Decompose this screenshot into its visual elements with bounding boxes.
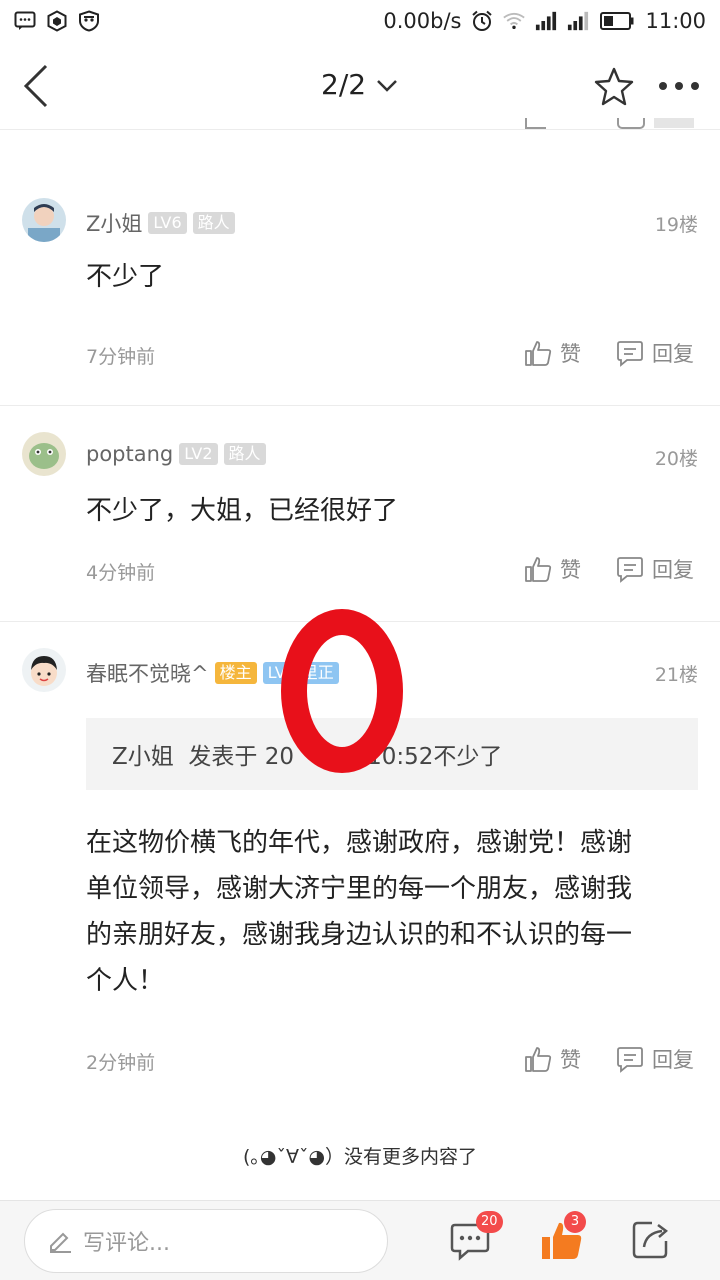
reply-label: 回复 [652,342,694,366]
battery-icon [599,10,635,32]
user-row: 春眠不觉晓^ 楼主 LV 里正 [86,658,339,688]
reply-icon [617,557,643,583]
user-row: poptang LV2 路人 [86,442,266,466]
username[interactable]: poptang [86,442,173,466]
username[interactable]: Z小姐 [86,208,142,238]
floor-number: 20楼 [654,448,698,470]
share-button[interactable] [630,1217,674,1261]
owner-badge: 楼主 [214,662,257,684]
comment-time: 2分钟前 [86,1052,156,1074]
title-badge: 里正 [296,662,339,684]
like-label: 赞 [560,1048,581,1072]
quote-text: Z小姐 发表于 20 31 10:52不少了 [112,744,503,770]
comments-button[interactable]: 20 [450,1211,503,1261]
nav-bar: 2/2 [0,42,720,130]
level-badge: LV6 [148,212,187,234]
signal-icon [535,10,557,32]
share-icon [632,1221,668,1259]
user-row: Z小姐 LV6 路人 [86,208,235,238]
like-post-button[interactable]: 3 [540,1211,586,1261]
floor-number: 19楼 [654,214,698,236]
reply-button[interactable]: 回复 [616,1044,694,1074]
title-badge: 路人 [223,443,266,465]
like-button[interactable]: 赞 [524,338,581,368]
title-badge: 路人 [192,212,235,234]
floor-number: 21楼 [654,664,698,686]
wifi-icon [503,10,526,32]
reply-icon [617,341,643,367]
comment-count-badge: 20 [476,1211,503,1233]
alarm-icon [471,10,493,32]
comment-content: 在这物价横飞的年代，感谢政府，感谢党！感谢单位领导，感谢大济宁里的每一个朋友，感… [86,828,633,996]
message-icon [14,10,36,32]
signal-icon [567,10,589,32]
star-icon [594,67,634,106]
page-indicator-label: 2/2 [321,67,367,101]
comment-input[interactable]: 写评论... [24,1209,388,1273]
chevron-down-icon [375,68,399,101]
username[interactable]: 春眠不觉晓^ [86,658,209,688]
reply-label: 回复 [652,1048,694,1072]
more-button[interactable] [656,66,702,106]
thumbs-up-icon [525,557,552,582]
clock: 11:00 [645,9,706,33]
status-bar: 0.00b/s 11:00 [0,0,720,42]
like-button[interactable]: 赞 [524,1044,581,1074]
thumbs-up-icon [525,341,552,366]
comment-time: 7分钟前 [86,346,156,368]
previous-comment-actions [520,118,700,132]
comment-content: 不少了，大姐，已经很好了 [86,496,399,526]
comment-item: 春眠不觉晓^ 楼主 LV 里正 21楼 Z小姐 发表于 20 31 10:52不… [0,622,720,1122]
avatar[interactable] [22,432,66,476]
like-count-badge: 3 [564,1211,586,1233]
comment-time: 4分钟前 [86,562,156,584]
thumbs-up-icon [525,1047,552,1072]
reply-label: 回复 [652,558,694,582]
avatar[interactable] [22,648,66,692]
level-badge: LV2 [179,443,218,465]
no-more-content-note: (｡◕ˇ∀ˇ◕）没有更多内容了 [242,1146,478,1168]
avatar[interactable] [22,198,66,242]
comment-content: 不少了 [86,262,165,292]
favorite-button[interactable] [594,66,634,106]
level-badge: LV [262,662,291,684]
hexagon-icon [46,10,68,32]
like-button[interactable]: 赞 [524,554,581,584]
reply-icon [617,1047,643,1073]
pencil-icon [50,1232,71,1253]
network-speed: 0.00b/s [383,9,462,33]
bottom-bar: 写评论... 20 3 [0,1200,720,1280]
reply-button[interactable]: 回复 [616,554,694,584]
like-label: 赞 [560,558,581,582]
like-label: 赞 [560,342,581,366]
comment-placeholder: 写评论... [83,1231,170,1256]
more-dots-icon [659,82,699,90]
shield-icon [78,10,100,32]
comment-item: poptang LV2 路人 20楼 不少了，大姐，已经很好了 4分钟前 赞 回… [0,406,720,622]
quoted-comment[interactable]: Z小姐 发表于 20 31 10:52不少了 [86,718,698,790]
reply-button[interactable]: 回复 [616,338,694,368]
comment-item: Z小姐 LV6 路人 19楼 不少了 7分钟前 赞 回复 [0,176,720,406]
